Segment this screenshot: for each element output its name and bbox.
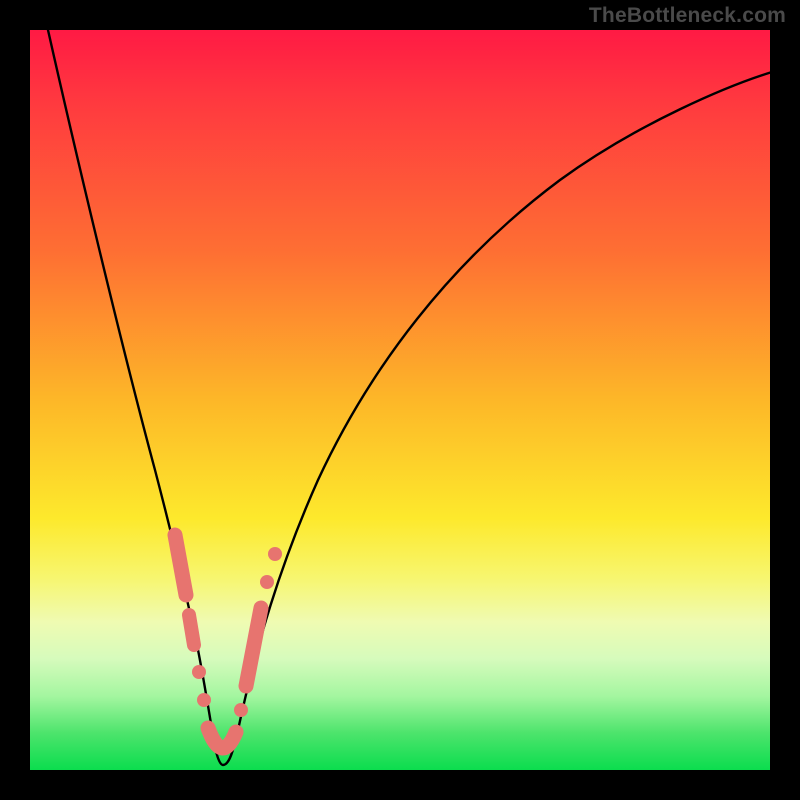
plot-area	[30, 30, 770, 770]
marker-dot	[197, 693, 211, 707]
marker-group	[175, 535, 282, 748]
marker-capsule	[175, 535, 186, 595]
marker-capsule	[246, 608, 261, 686]
marker-dot	[268, 547, 282, 561]
marker-dot	[260, 575, 274, 589]
chart-frame: TheBottleneck.com	[0, 0, 800, 800]
bottleneck-curve	[48, 30, 772, 765]
marker-dot	[234, 703, 248, 717]
marker-dot	[192, 665, 206, 679]
chart-svg	[30, 30, 770, 770]
marker-capsule	[208, 728, 236, 748]
marker-capsule	[189, 615, 194, 645]
watermark-text: TheBottleneck.com	[589, 4, 786, 28]
